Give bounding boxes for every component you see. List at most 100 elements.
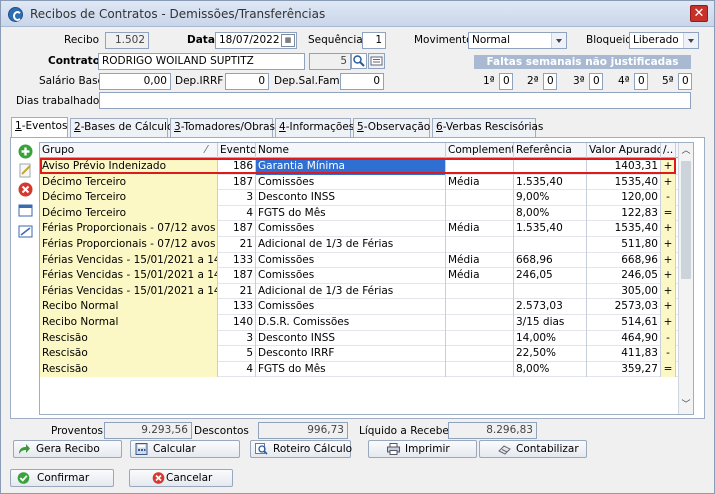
col-grupo[interactable]: Grupo ⁄ xyxy=(40,143,218,158)
scroll-down-icon[interactable]: ﹀ xyxy=(679,398,693,413)
cell-valor[interactable]: 511,80 xyxy=(587,237,661,253)
cell-nome[interactable]: Comissões xyxy=(256,174,446,191)
depsal-field[interactable]: 0 xyxy=(340,73,384,90)
cell-sinal[interactable]: = xyxy=(661,205,676,222)
tab-tomadores[interactable]: 3-Tomadores/Obras xyxy=(170,118,275,137)
cell-ref[interactable]: 8,00% xyxy=(514,361,587,378)
cell-nome[interactable]: Desconto IRRF xyxy=(256,346,446,362)
cancelar-button[interactable]: Cancelar xyxy=(129,469,233,487)
bloqueio-select[interactable]: Liberado xyxy=(629,32,699,49)
cell-comp[interactable]: Média xyxy=(446,174,514,191)
cell-nome[interactable]: FGTS do Mês xyxy=(256,205,446,222)
cell-valor[interactable]: 2573,03 xyxy=(587,299,661,315)
cell-ref[interactable]: 2.573,03 xyxy=(514,299,587,315)
cell-evento[interactable]: 4 xyxy=(218,205,256,222)
cell-sinal[interactable]: + xyxy=(661,315,676,331)
cell-evento[interactable]: 186 xyxy=(218,159,256,175)
cell-sinal[interactable]: - xyxy=(661,346,676,362)
form-icon[interactable] xyxy=(18,224,33,239)
cell-sinal[interactable]: + xyxy=(661,299,676,315)
calendar-icon[interactable]: ▦ xyxy=(281,34,295,47)
table-row[interactable]: Férias Vencidas - 15/01/2021 a 14/0 187 Co… xyxy=(40,268,680,284)
cell-ref[interactable]: 668,96 xyxy=(514,252,587,269)
semana-4-field[interactable]: 0 xyxy=(634,73,648,90)
cell-ref[interactable]: 22,50% xyxy=(514,346,587,362)
cell-sinal[interactable]: + xyxy=(661,159,676,175)
cell-nome[interactable]: Comissões xyxy=(256,252,446,269)
table-row[interactable]: Aviso Prévio Indenizado 186 Garantia Mínim… xyxy=(40,159,680,175)
cell-ref[interactable] xyxy=(514,159,587,175)
cell-comp[interactable] xyxy=(446,315,514,331)
cell-grupo[interactable]: Rescisão xyxy=(40,361,218,378)
cell-nome[interactable]: Comissões xyxy=(256,268,446,284)
cell-valor[interactable]: 1535,40 xyxy=(587,221,661,237)
cell-evento[interactable]: 133 xyxy=(218,252,256,269)
imprimir-button[interactable]: Imprimir xyxy=(368,440,477,458)
window-icon[interactable] xyxy=(18,203,33,218)
contrato-number[interactable]: 5 xyxy=(309,53,351,70)
cell-nome[interactable]: Adicional de 1/3 de Férias xyxy=(256,237,446,253)
depirrf-field[interactable]: 0 xyxy=(225,73,269,90)
tab-informacoes[interactable]: 4-Informações xyxy=(275,118,354,137)
cell-evento[interactable]: 187 xyxy=(218,174,256,191)
cell-comp[interactable]: Média xyxy=(446,252,514,269)
cell-grupo[interactable]: Décimo Terceiro xyxy=(40,205,218,222)
cell-grupo[interactable]: Décimo Terceiro xyxy=(40,190,218,206)
cell-comp[interactable] xyxy=(446,237,514,253)
cell-ref[interactable]: 1.535,40 xyxy=(514,221,587,237)
sequencia-field[interactable]: 1 xyxy=(362,32,386,49)
cell-evento[interactable]: 21 xyxy=(218,237,256,253)
cell-ref[interactable]: 14,00% xyxy=(514,330,587,347)
table-row[interactable]: Décimo Terceiro 3 Desconto INSS 9,00% 120,00… xyxy=(40,190,680,206)
cell-evento[interactable]: 140 xyxy=(218,315,256,331)
cell-sinal[interactable]: + xyxy=(661,268,676,284)
salario-field[interactable]: 0,00 xyxy=(99,73,171,90)
cell-ref[interactable]: 3/15 dias xyxy=(514,315,587,331)
semana-1-field[interactable]: 0 xyxy=(499,73,513,90)
cell-valor[interactable]: 246,05 xyxy=(587,268,661,284)
cell-nome[interactable]: D.S.R. Comissões xyxy=(256,315,446,331)
cell-grupo[interactable]: Aviso Prévio Indenizado xyxy=(40,159,218,175)
cell-comp[interactable]: Média xyxy=(446,268,514,284)
grid-scrollbar[interactable]: ︿ ﹀ xyxy=(678,143,693,414)
col-sinal[interactable]: /.. xyxy=(661,143,676,158)
cell-comp[interactable] xyxy=(446,361,514,378)
scroll-up-icon[interactable]: ︿ xyxy=(679,144,693,159)
cell-valor[interactable]: 464,90 xyxy=(587,330,661,347)
cell-sinal[interactable]: + xyxy=(661,221,676,237)
cell-ref[interactable]: 1.535,40 xyxy=(514,174,587,191)
calcular-button[interactable]: Calcular xyxy=(130,440,240,458)
cell-evento[interactable]: 3 xyxy=(218,190,256,206)
cell-comp[interactable] xyxy=(446,190,514,206)
cell-comp[interactable] xyxy=(446,346,514,362)
cell-comp[interactable] xyxy=(446,159,514,175)
search-icon[interactable] xyxy=(351,53,367,69)
cell-valor[interactable]: 120,00 xyxy=(587,190,661,206)
confirmar-button[interactable]: Confirmar xyxy=(10,469,114,487)
cell-valor[interactable]: 122,83 xyxy=(587,205,661,222)
cell-comp[interactable] xyxy=(446,283,514,300)
cell-sinal[interactable]: + xyxy=(661,237,676,253)
cell-comp[interactable] xyxy=(446,330,514,347)
cell-sinal[interactable]: + xyxy=(661,252,676,269)
col-complemento[interactable]: Complemento xyxy=(446,143,514,158)
cell-nome[interactable]: Adicional de 1/3 de Férias xyxy=(256,283,446,300)
tab-observacao[interactable]: 5-Observação xyxy=(353,118,430,137)
table-row[interactable]: Férias Vencidas - 15/01/2021 a 14/0 133 Co… xyxy=(40,252,680,269)
tab-eventos[interactable]: 1-Eventos xyxy=(11,117,68,137)
cell-ref[interactable]: 246,05 xyxy=(514,268,587,284)
cell-grupo[interactable]: Férias Vencidas - 15/01/2021 a 14/0 xyxy=(40,252,218,269)
cell-sinal[interactable]: - xyxy=(661,330,676,347)
cell-nome[interactable]: Garantia Mínima xyxy=(256,159,446,175)
scroll-thumb[interactable] xyxy=(681,161,691,279)
add-icon[interactable] xyxy=(18,144,33,159)
cell-evento[interactable]: 3 xyxy=(218,330,256,347)
cell-valor[interactable]: 514,61 xyxy=(587,315,661,331)
cell-grupo[interactable]: Férias Proporcionais - 07/12 avos xyxy=(40,221,218,237)
table-row[interactable]: Férias Proporcionais - 07/12 avos 21 Adici… xyxy=(40,237,680,253)
col-referencia[interactable]: Referência xyxy=(514,143,587,158)
cell-valor[interactable]: 359,27 xyxy=(587,361,661,378)
cell-ref[interactable] xyxy=(514,237,587,253)
cell-grupo[interactable]: Férias Vencidas - 15/01/2021 a 14/0 xyxy=(40,268,218,284)
close-button[interactable]: ✕ xyxy=(690,5,708,22)
